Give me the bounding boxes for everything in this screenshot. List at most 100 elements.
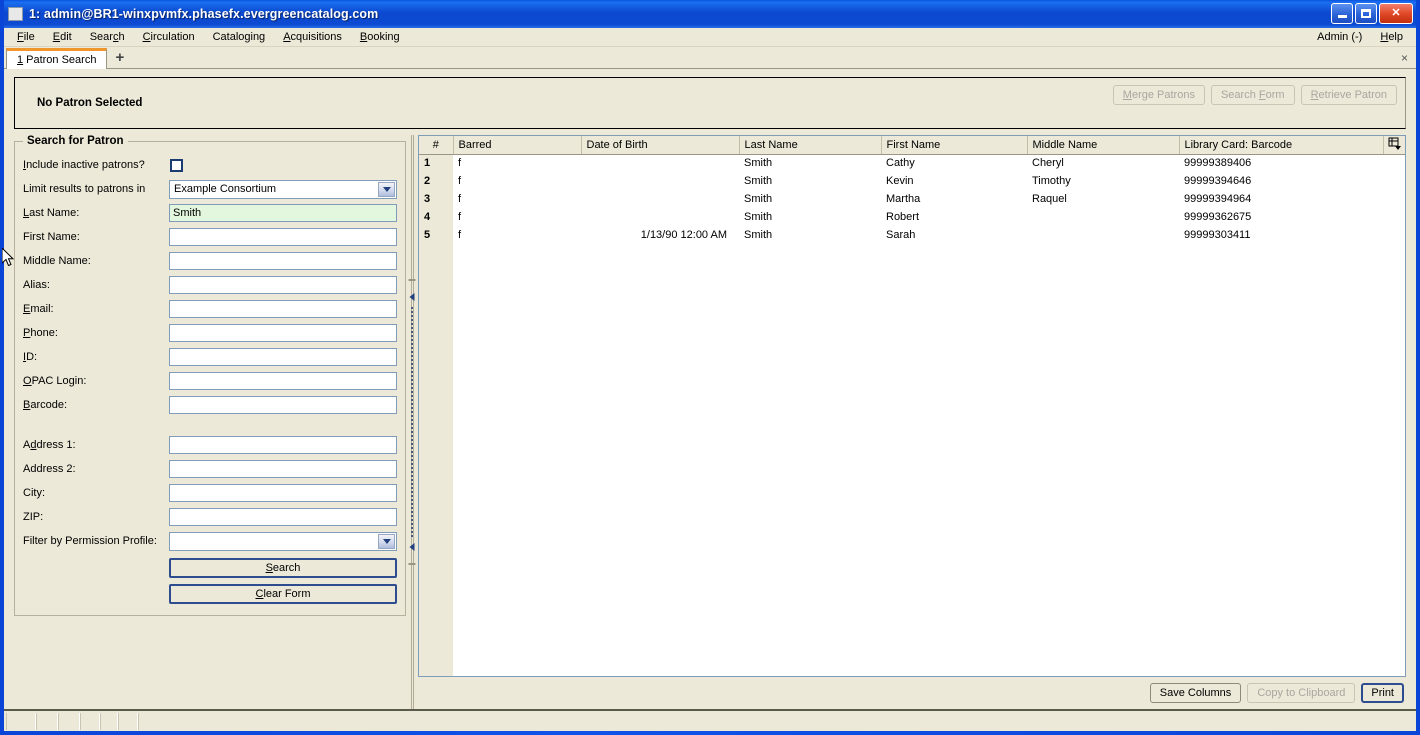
minimize-button[interactable] — [1331, 3, 1353, 24]
save-columns-button[interactable]: Save Columns — [1149, 683, 1242, 703]
cell-last-name: Smith — [739, 154, 881, 172]
print-button[interactable]: Print — [1361, 683, 1404, 703]
cell-barcode: 99999303411 — [1179, 226, 1383, 244]
new-tab-button[interactable]: + — [107, 50, 132, 65]
alias-input[interactable] — [169, 276, 397, 294]
cell-barcode: 99999394646 — [1179, 172, 1383, 190]
column-picker-icon[interactable] — [1383, 136, 1405, 155]
status-cell-1 — [6, 713, 36, 730]
menu-help[interactable]: Help — [1371, 29, 1412, 45]
results-table-container: # Barred Date of Birth Last Name First N… — [418, 135, 1406, 677]
splitter-grip[interactable] — [411, 307, 413, 537]
retrieve-patron-button[interactable]: Retrieve Patron — [1300, 85, 1397, 105]
address2-row: Address 2: — [23, 457, 397, 481]
phone-row: Phone: — [23, 321, 397, 345]
address2-input[interactable] — [169, 460, 397, 478]
menu-edit[interactable]: Edit — [44, 29, 81, 45]
status-cell-5 — [100, 713, 118, 730]
phone-label: Phone: — [23, 327, 58, 339]
permission-profile-label: Filter by Permission Profile: — [23, 535, 157, 547]
close-button[interactable]: ✕ — [1379, 3, 1413, 24]
first-name-input[interactable] — [169, 228, 397, 246]
barcode-row: Barcode: — [23, 393, 397, 417]
chevron-down-icon-2[interactable] — [378, 533, 395, 549]
city-row: City: — [23, 481, 397, 505]
cell-num: 4 — [419, 208, 453, 226]
form-spacer — [23, 417, 397, 433]
id-row: ID: — [23, 345, 397, 369]
menu-file[interactable]: File — [8, 29, 44, 45]
barcode-label: Barcode: — [23, 399, 68, 411]
city-input[interactable] — [169, 484, 397, 502]
column-header-last-name[interactable]: Last Name — [739, 136, 882, 155]
column-header-middle-name[interactable]: Middle Name — [1027, 136, 1180, 155]
status-cell-6 — [118, 713, 138, 730]
table-row[interactable]: 2 f Smith Kevin Timothy 99999394646 — [419, 172, 1405, 190]
tab-patron-search[interactable]: 1 Patron Search — [6, 48, 108, 69]
copy-to-clipboard-button[interactable]: Copy to Clipboard — [1247, 683, 1356, 703]
maximize-button[interactable] — [1355, 3, 1377, 24]
cell-middle-name: Timothy — [1027, 172, 1179, 190]
zip-input[interactable] — [169, 508, 397, 526]
phone-input[interactable] — [169, 324, 397, 342]
column-header-barcode[interactable]: Library Card: Barcode — [1179, 136, 1384, 155]
address2-label: Address 2: — [23, 463, 76, 475]
row-number-gutter — [419, 244, 453, 676]
middle-name-input[interactable] — [169, 252, 397, 270]
cell-first-name: Cathy — [881, 154, 1027, 172]
title-bar[interactable]: 1: admin@BR1-winxpvmfx.phasefx.evergreen… — [4, 0, 1416, 28]
column-header-first-name[interactable]: First Name — [881, 136, 1028, 155]
alias-row: Alias: — [23, 273, 397, 297]
table-empty-area — [419, 244, 1405, 676]
include-inactive-row: Include inactive patrons? — [23, 153, 397, 177]
barcode-input[interactable] — [169, 396, 397, 414]
menu-circulation[interactable]: Circulation — [134, 29, 204, 45]
permission-profile-select[interactable] — [169, 531, 397, 551]
results-table-body: 1 f Smith Cathy Cheryl 99999389406 2 f S… — [419, 154, 1405, 244]
menu-search[interactable]: Search — [81, 29, 134, 45]
pane-splitter[interactable] — [406, 135, 418, 709]
limit-results-select[interactable]: Example Consortium — [169, 179, 397, 199]
email-input[interactable] — [169, 300, 397, 318]
application-window: 1: admin@BR1-winxpvmfx.phasefx.evergreen… — [0, 0, 1420, 735]
merge-patrons-button[interactable]: Merge Patrons — [1112, 85, 1205, 105]
cell-num: 5 — [419, 226, 453, 244]
id-input[interactable] — [169, 348, 397, 366]
clear-form-button[interactable]: Clear Form — [169, 583, 397, 604]
cell-first-name: Martha — [881, 190, 1027, 208]
table-row[interactable]: 1 f Smith Cathy Cheryl 99999389406 — [419, 154, 1405, 172]
last-name-input[interactable] — [169, 204, 397, 222]
menu-admin[interactable]: Admin (-) — [1308, 29, 1371, 45]
include-inactive-checkbox[interactable] — [170, 158, 183, 172]
address1-input[interactable] — [169, 436, 397, 454]
status-cell-3 — [58, 713, 80, 730]
column-header-num[interactable]: # — [419, 136, 454, 155]
address1-row: Address 1: — [23, 433, 397, 457]
menu-acquisitions[interactable]: Acquisitions — [274, 29, 351, 45]
search-button[interactable]: Search — [169, 557, 397, 578]
menu-booking[interactable]: Booking — [351, 29, 409, 45]
column-header-barred[interactable]: Barred — [453, 136, 582, 155]
table-row[interactable]: 5 f 1/13/90 12:00 AM Smith Sarah 9999930… — [419, 226, 1405, 244]
results-table: # Barred Date of Birth Last Name First N… — [419, 136, 1405, 244]
search-form-button[interactable]: Search Form — [1210, 85, 1295, 105]
collapse-left-icon-bottom[interactable] — [409, 542, 415, 551]
close-tab-icon[interactable]: × — [1401, 51, 1408, 65]
chevron-down-icon[interactable] — [378, 181, 395, 197]
menu-cataloging[interactable]: Cataloging — [204, 29, 275, 45]
opac-login-input[interactable] — [169, 372, 397, 390]
limit-results-value: Example Consortium — [174, 183, 277, 195]
include-inactive-label: Include inactive patrons? — [23, 159, 145, 171]
table-row[interactable]: 4 f Smith Robert 99999362675 — [419, 208, 1405, 226]
zip-label: ZIP: — [23, 511, 44, 523]
column-header-dob[interactable]: Date of Birth — [581, 136, 740, 155]
first-name-row: First Name: — [23, 225, 397, 249]
collapse-left-icon-top[interactable] — [409, 292, 415, 301]
cell-last-name: Smith — [739, 226, 881, 244]
limit-results-label: Limit results to patrons in — [23, 183, 146, 195]
table-row[interactable]: 3 f Smith Martha Raquel 99999394964 — [419, 190, 1405, 208]
main-split: Search for Patron Include inactive patro… — [14, 135, 1406, 709]
results-buttons: Save Columns Copy to Clipboard Print — [418, 677, 1406, 709]
cell-pad — [1383, 190, 1405, 208]
window-icon — [8, 7, 23, 21]
